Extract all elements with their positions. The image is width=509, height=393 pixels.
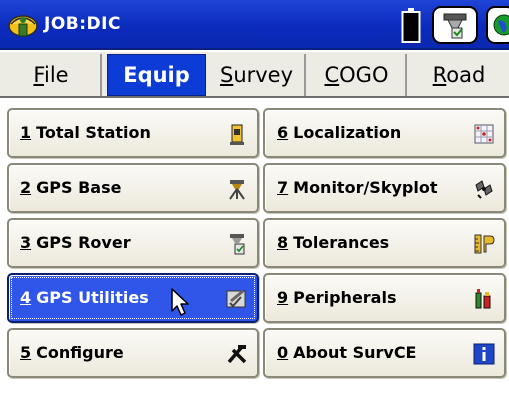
gps-utilities-icon bbox=[226, 289, 246, 308]
gps-base-button[interactable]: 2 GPS Base bbox=[7, 163, 259, 213]
info-icon bbox=[473, 343, 495, 365]
tab-survey-label: Survey bbox=[219, 63, 294, 87]
window-title: JOB:DIC bbox=[44, 14, 121, 34]
surveyor-helmet-icon bbox=[8, 15, 38, 37]
gps-rover-button[interactable]: 3 GPS Rover bbox=[7, 218, 259, 268]
menu-tab-bar: File Equip Survey COGO Road bbox=[0, 52, 509, 98]
equip-menu-grid: 1 Total Station 2 GPS Base 3 GPS Rover 4 GPS… bbox=[0, 100, 509, 393]
title-bar: JOB:DIC bbox=[0, 0, 509, 50]
button-number: 1 bbox=[20, 123, 32, 142]
localization-button[interactable]: 6 Localization bbox=[263, 108, 506, 158]
total-station-button[interactable]: 1 Total Station bbox=[7, 108, 259, 158]
tab-road[interactable]: Road bbox=[409, 54, 509, 96]
monitor-skyplot-button[interactable]: 7 Monitor/Skyplot bbox=[263, 163, 506, 213]
total-station-icon bbox=[230, 124, 244, 145]
configure-button[interactable]: 5 Configure bbox=[7, 328, 259, 378]
gps-rover-icon bbox=[230, 234, 245, 255]
tab-road-label: Road bbox=[432, 63, 486, 87]
tab-equip-label: Equip bbox=[123, 63, 190, 87]
skyplot-icon bbox=[475, 180, 493, 199]
gps-base-icon bbox=[229, 180, 245, 200]
peripherals-button[interactable]: 9 Peripherals bbox=[263, 273, 506, 323]
tab-file[interactable]: File bbox=[2, 54, 102, 96]
gps-utilities-button[interactable]: 4 GPS Utilities bbox=[7, 273, 259, 323]
tools-icon bbox=[227, 345, 247, 364]
battery-icon[interactable] bbox=[401, 7, 421, 43]
mouse-pointer-icon bbox=[171, 288, 189, 316]
gps-receiver-button[interactable] bbox=[432, 6, 478, 44]
tab-cogo[interactable]: COGO bbox=[308, 54, 407, 96]
tab-survey[interactable]: Survey bbox=[209, 54, 306, 96]
button-label: Total Station bbox=[36, 123, 151, 142]
localization-grid-icon bbox=[474, 124, 494, 144]
globe-icon bbox=[493, 14, 509, 36]
tab-cogo-label: COGO bbox=[324, 63, 389, 87]
tolerances-icon bbox=[474, 234, 495, 254]
gps-receiver-icon bbox=[443, 13, 467, 39]
peripherals-icon bbox=[475, 289, 491, 309]
about-survce-button[interactable]: 0 About SurvCE bbox=[263, 328, 506, 378]
tolerances-button[interactable]: 8 Tolerances bbox=[263, 218, 506, 268]
globe-button[interactable] bbox=[486, 6, 509, 44]
tab-file-label: File bbox=[33, 63, 69, 87]
tab-equip[interactable]: Equip bbox=[107, 54, 206, 96]
